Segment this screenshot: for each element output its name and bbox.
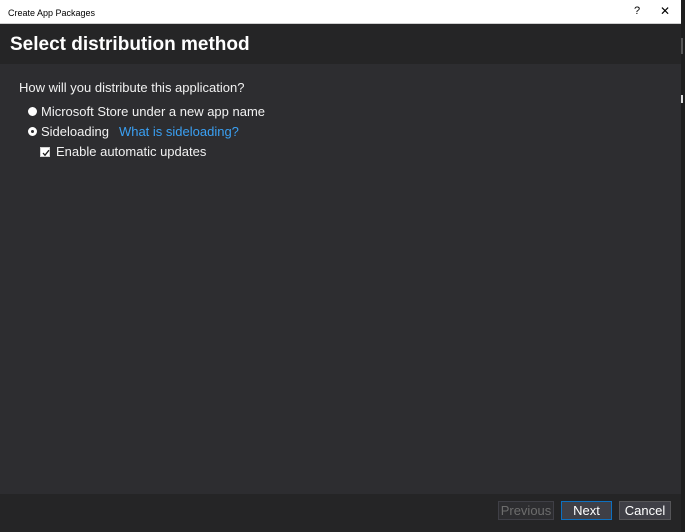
- background-window-edge: [681, 0, 685, 532]
- auto-update-checkbox-row[interactable]: Enable automatic updates: [40, 144, 206, 159]
- option-label: Microsoft Store under a new app name: [41, 104, 266, 119]
- page-title: Select distribution method: [10, 34, 250, 55]
- radio-icon-checked[interactable]: [28, 127, 37, 136]
- edge-decoration: [681, 95, 683, 103]
- page-header: Select distribution method: [0, 24, 681, 64]
- auto-update-label: Enable automatic updates: [56, 144, 207, 159]
- option-microsoft-store[interactable]: Microsoft Store under a new app name: [28, 104, 265, 119]
- window-title: Create App Packages: [8, 8, 96, 18]
- previous-button[interactable]: Previous: [498, 501, 554, 520]
- window-titlebar: Create App Packages ? ✕: [0, 0, 681, 24]
- edge-decoration: [681, 38, 683, 54]
- create-app-packages-dialog: Create App Packages ? ✕ Select distribut…: [0, 0, 681, 532]
- dialog-footer: Previous Next Cancel: [0, 494, 681, 532]
- what-is-sideloading-link[interactable]: What is sideloading?: [119, 124, 239, 139]
- cancel-button[interactable]: Cancel: [619, 501, 671, 520]
- option-label: Sideloading: [41, 124, 109, 139]
- close-button[interactable]: ✕: [658, 4, 672, 18]
- distribution-question: How will you distribute this application…: [19, 80, 245, 95]
- option-sideloading[interactable]: Sideloading What is sideloading?: [28, 124, 239, 139]
- checkbox-checked-icon[interactable]: [40, 146, 50, 157]
- help-button[interactable]: ?: [630, 5, 644, 17]
- radio-icon-unchecked[interactable]: [28, 107, 37, 116]
- content-area: How will you distribute this application…: [0, 64, 681, 494]
- next-button[interactable]: Next: [561, 501, 612, 520]
